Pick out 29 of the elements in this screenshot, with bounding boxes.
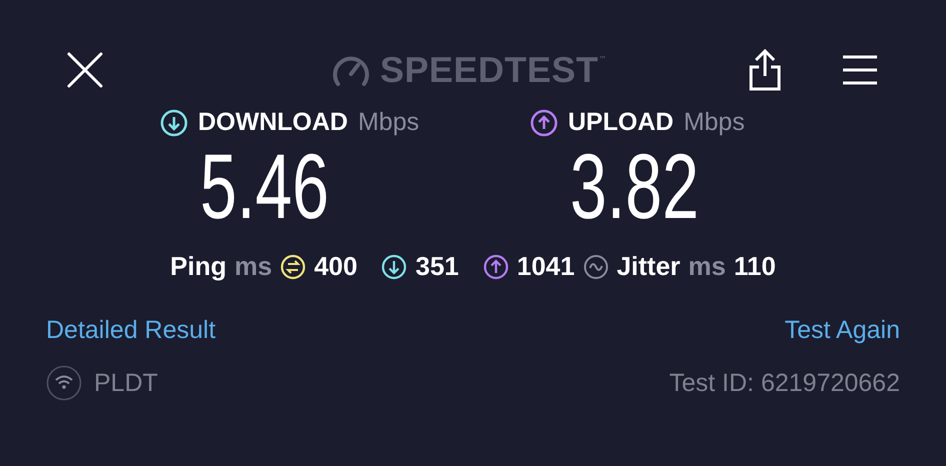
speed-value: 3.82 [570,137,699,237]
test-id: Test ID: 6219720662 [669,368,900,398]
trademark: ™ [598,55,607,64]
unit-label: Mbps [358,108,420,137]
ping-value: 1041 [516,251,575,282]
idle-latency-icon [280,254,306,280]
unit-label: ms [234,251,272,282]
share-icon [748,48,782,92]
unit-label: ms [688,251,726,282]
result-label: DOWNLOAD [198,108,348,137]
unit-label: Mbps [684,108,745,137]
result-label: UPLOAD [568,108,674,137]
test-again-link[interactable]: Test Again [784,316,900,345]
jitter-value: 110 [734,251,776,282]
speed-value: 5.46 [200,137,329,237]
ping-label: Ping [170,251,227,282]
provider-name: PLDT [94,368,158,398]
wave-icon [582,254,609,280]
close-button[interactable] [66,51,104,89]
close-icon [66,51,104,89]
logo-text: SPEEDTEST [380,49,599,91]
share-button[interactable] [748,48,782,92]
menu-icon [842,54,878,86]
detailed-result-link[interactable]: Detailed Result [46,316,216,345]
menu-button[interactable] [842,54,878,86]
jitter-label: Jitter [616,251,680,282]
wifi-icon [46,365,82,401]
ping-value: 400 [314,251,358,282]
ping-value: 351 [415,251,459,282]
